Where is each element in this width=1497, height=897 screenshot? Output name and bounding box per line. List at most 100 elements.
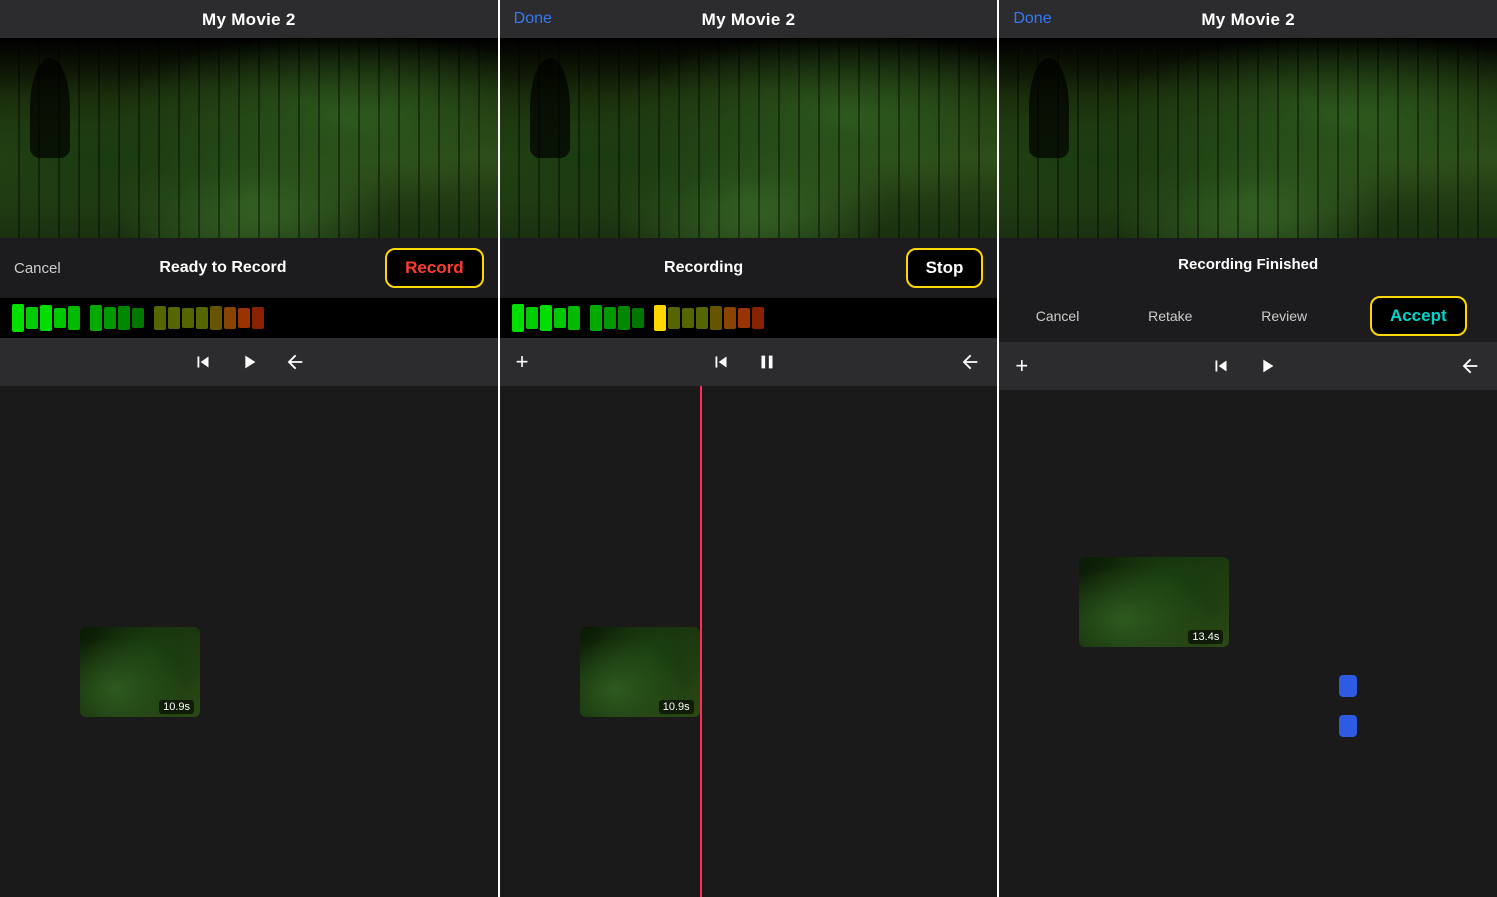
panel1-rewind-button[interactable] [192,351,214,373]
panel1-video-preview [0,38,498,238]
panel2-audio-meter [500,298,998,338]
panel2-clip: 10.9s [580,627,700,717]
panel3-timeline-controls: + [999,342,1497,390]
meter-bar-15 [224,307,236,329]
plus-icon: + [516,349,529,375]
panel1-cancel-button[interactable]: Cancel [14,260,61,277]
p2-meter-bar-1 [512,304,524,332]
pause-icon [756,351,778,373]
panel3-action-bar: Cancel Retake Review Accept [999,290,1497,342]
back-icon-3 [1459,355,1481,377]
panel1-title: My Movie 2 [202,10,296,29]
panel3-plus-button[interactable]: + [1015,353,1028,379]
p2-meter-bar-15 [738,308,750,328]
panel1-header: My Movie 2 [0,0,498,38]
panel2-clip-duration: 10.9s [659,700,694,714]
meter-bar-17 [252,307,264,329]
panel1-video-thumbnail [0,38,498,238]
play-icon [238,351,260,373]
panel1-clip-duration: 10.9s [159,700,194,714]
panel2-pause-button[interactable] [756,351,778,373]
panel3-timeline-area: 13.4s [999,390,1497,897]
panel3-accept-button[interactable]: Accept [1370,296,1467,336]
panel3-play-button[interactable] [1256,355,1278,377]
p2-meter-bar-4 [554,308,566,328]
panel3-video-clip: 13.4s [1079,557,1229,647]
p2-meter-bar-6 [590,305,602,331]
panel2-header: Done My Movie 2 [500,0,998,38]
p2-meter-bar-10 [668,307,680,329]
play-icon-3 [1256,355,1278,377]
panel1-timeline-controls [0,338,498,386]
p2-meter-bar-12 [696,307,708,329]
p2-meter-bar-13 [710,306,722,330]
rewind-icon [192,351,214,373]
meter-bar-1 [12,304,24,332]
meter-bar-8 [118,306,130,330]
back-icon-2 [959,351,981,373]
panel2-playhead [700,386,702,897]
rewind-icon-3 [1210,355,1232,377]
meter-bar-13 [196,307,208,329]
panel3-vo-clip-1 [1339,675,1357,697]
p2-meter-bar-11 [682,308,694,328]
panel-recording-finished: Done My Movie 2 Recording Finished Cance… [997,0,1497,897]
meter-bar-7 [104,307,116,329]
meter-bar-2 [26,307,38,329]
panel3-rewind-button[interactable] [1210,355,1232,377]
panel1-play-button[interactable] [238,351,260,373]
panel2-stop-button[interactable]: Stop [906,248,984,288]
panel2-center-controls [710,351,778,373]
panel3-clip-duration: 13.4s [1188,630,1223,644]
panel3-cancel-button[interactable]: Cancel [1030,304,1086,328]
panel2-video-thumbnail [500,38,998,238]
panel1-timeline-area: 10.9s [0,386,498,897]
rewind-icon-2 [710,351,732,373]
panel2-control-bar: Recording Stop [500,238,998,298]
panel3-video-preview [999,38,1497,238]
panel2-done-button[interactable]: Done [514,10,552,28]
panel1-record-button[interactable]: Record [385,248,484,288]
panel3-status-label: Recording Finished [1178,256,1318,273]
panel3-header: Done My Movie 2 [999,0,1497,38]
panel1-audio-meter [0,298,498,338]
panel1-control-bar: Cancel Ready to Record Record [0,238,498,298]
meter-bar-16 [238,308,250,328]
meter-bar-9 [132,308,144,328]
panel3-finished-controls: Recording Finished [1178,256,1318,273]
panel2-plus-button[interactable]: + [516,349,529,375]
panel3-center-controls [1210,355,1278,377]
meter-bar-12 [182,308,194,328]
meter-bar-5 [68,306,80,330]
panel3-review-button[interactable]: Review [1255,304,1313,328]
p2-meter-bar-9 [632,308,644,328]
panel3-done-button[interactable]: Done [1013,10,1051,28]
panel3-control-bar: Recording Finished [999,238,1497,290]
meter-bar-4 [54,308,66,328]
panel2-title: My Movie 2 [702,10,796,29]
back-icon [284,351,306,373]
panel2-timeline-area: 10.9s [500,386,998,897]
p2-meter-bar-yellow [654,305,666,331]
panel2-video-preview [500,38,998,238]
p2-meter-bar-7 [604,307,616,329]
panel3-back-button[interactable] [1459,355,1481,377]
p2-meter-bar-3 [540,305,552,331]
meter-bar-3 [40,305,52,331]
panel2-rewind-button[interactable] [710,351,732,373]
meter-bar-14 [210,306,222,330]
panel-recording: Done My Movie 2 Recording Stop + [498,0,998,897]
p2-meter-bar-14 [724,307,736,329]
p2-meter-bar-8 [618,306,630,330]
panel2-status-label: Recording [514,259,894,277]
plus-icon-3: + [1015,353,1028,379]
panel1-status-label: Ready to Record [73,259,373,277]
meter-bar-11 [168,307,180,329]
p2-meter-bar-2 [526,307,538,329]
p2-meter-bar-16 [752,307,764,329]
panel3-retake-button[interactable]: Retake [1142,304,1198,328]
panel2-back-button[interactable] [959,351,981,373]
panel1-back-button[interactable] [284,351,306,373]
panel3-video-thumbnail [999,38,1497,238]
meter-bar-6 [90,305,102,331]
